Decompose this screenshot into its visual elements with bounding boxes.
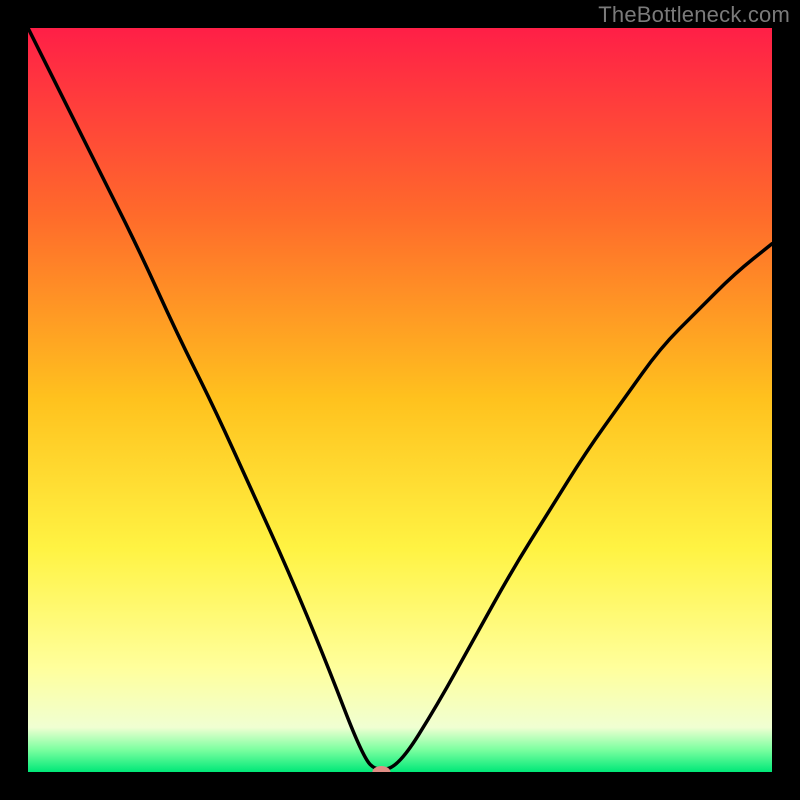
watermark-text: TheBottleneck.com — [598, 2, 790, 28]
chart-frame: TheBottleneck.com — [0, 0, 800, 800]
chart-svg — [28, 28, 772, 772]
plot-area — [28, 28, 772, 772]
gradient-background — [28, 28, 772, 772]
